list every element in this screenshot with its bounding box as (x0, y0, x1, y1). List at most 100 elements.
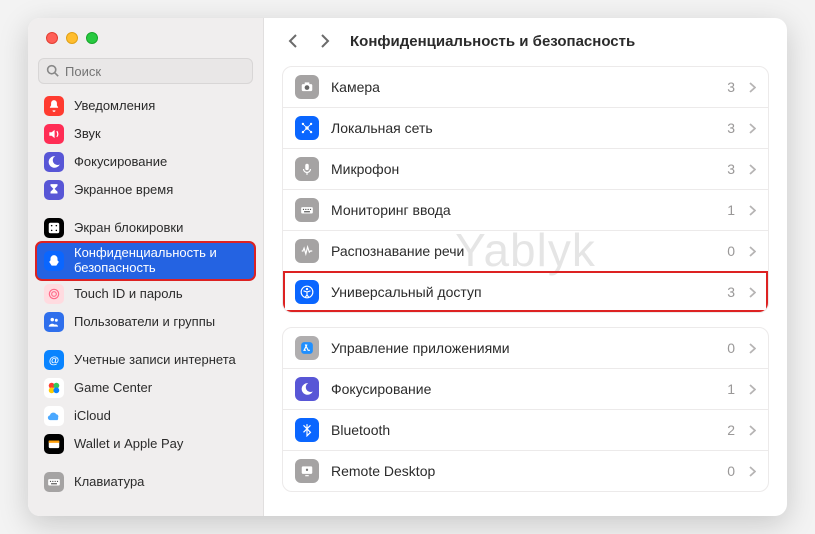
bluetooth-icon (295, 418, 319, 442)
fingerprint-icon (44, 284, 64, 304)
row-accessibility[interactable]: Универсальный доступ 3 (283, 271, 768, 312)
sidebar-item-label: Учетные записи интернета (74, 353, 236, 368)
sidebar-item-label: Конфиденциальность и безопасность (74, 246, 247, 276)
search-icon (46, 64, 59, 77)
row-count: 1 (727, 202, 735, 218)
row-label: Локальная сеть (331, 120, 715, 136)
cloud-icon (44, 406, 64, 426)
row-local-network[interactable]: Локальная сеть 3 (283, 107, 768, 148)
sidebar-item-label: iCloud (74, 409, 111, 424)
sidebar-item-label: Game Center (74, 381, 152, 396)
sidebar: Уведомления Звук Фокусирование Экранное вре… (28, 18, 264, 516)
row-remote-desktop[interactable]: Remote Desktop 0 (283, 450, 768, 491)
sidebar-nav: Уведомления Звук Фокусирование Экранное вре… (28, 90, 263, 516)
sidebar-item-label: Уведомления (74, 99, 155, 114)
hand-icon (44, 251, 64, 271)
row-label: Микрофон (331, 161, 715, 177)
chevron-right-icon (749, 246, 756, 257)
svg-text:@: @ (49, 355, 59, 367)
row-count: 0 (727, 463, 735, 479)
row-focus-row[interactable]: Фокусирование 1 (283, 368, 768, 409)
row-count: 3 (727, 161, 735, 177)
window-controls (28, 18, 263, 50)
sidebar-item-focus[interactable]: Фокусирование (36, 148, 255, 176)
keyboard-icon (44, 472, 64, 492)
sidebar-item-label: Звук (74, 127, 101, 142)
header: Конфиденциальность и безопасность (264, 18, 787, 62)
sidebar-item-wallet[interactable]: Wallet и Apple Pay (36, 430, 255, 458)
sidebar-item-screen-time[interactable]: Экранное время (36, 176, 255, 204)
back-button[interactable] (282, 30, 304, 52)
mic-icon (295, 157, 319, 181)
row-camera[interactable]: Камера 3 (283, 67, 768, 107)
sidebar-item-touch-id[interactable]: Touch ID и пароль (36, 280, 255, 308)
sidebar-item-label: Экран блокировки (74, 221, 183, 236)
row-label: Управление приложениями (331, 340, 715, 356)
at-icon: @ (44, 350, 64, 370)
row-count: 0 (727, 340, 735, 356)
sidebar-item-privacy-security[interactable]: Конфиденциальность и безопасность (36, 242, 255, 280)
accessibility-icon (295, 280, 319, 304)
close-button[interactable] (46, 32, 58, 44)
sidebar-item-game-center[interactable]: Game Center (36, 374, 255, 402)
users-icon (44, 312, 64, 332)
row-count: 3 (727, 284, 735, 300)
search-input[interactable] (38, 58, 253, 84)
forward-button[interactable] (314, 30, 336, 52)
sidebar-item-label: Фокусирование (74, 155, 167, 170)
camera-icon (295, 75, 319, 99)
keyboard-small-icon (295, 198, 319, 222)
chevron-right-icon (749, 384, 756, 395)
row-label: Фокусирование (331, 381, 715, 397)
lock-screen-icon (44, 218, 64, 238)
row-label: Универсальный доступ (331, 284, 715, 300)
moon-icon (295, 377, 319, 401)
sidebar-item-internet-accounts[interactable]: @ Учетные записи интернета (36, 346, 255, 374)
game-icon (44, 378, 64, 398)
sidebar-item-label: Touch ID и пароль (74, 287, 183, 302)
row-bluetooth[interactable]: Bluetooth 2 (283, 409, 768, 450)
sidebar-item-notifications[interactable]: Уведомления (36, 92, 255, 120)
row-count: 0 (727, 243, 735, 259)
sidebar-item-label: Пользователи и группы (74, 315, 215, 330)
row-count: 3 (727, 120, 735, 136)
moon-icon (44, 152, 64, 172)
chevron-right-icon (749, 164, 756, 175)
chevron-right-icon (749, 82, 756, 93)
chevron-right-icon (749, 343, 756, 354)
content-pane: Yablyk Конфиденциальность и безопасность… (264, 18, 787, 516)
settings-list: Камера 3 Локальная сеть 3 Микрофон 3 Мониторин… (264, 62, 787, 516)
waveform-icon (295, 239, 319, 263)
fullscreen-button[interactable] (86, 32, 98, 44)
page-title: Конфиденциальность и безопасность (350, 33, 635, 50)
row-input-monitoring[interactable]: Мониторинг ввода 1 (283, 189, 768, 230)
app-mgmt-icon (295, 336, 319, 360)
row-label: Распознавание речи (331, 243, 715, 259)
wallet-icon (44, 434, 64, 454)
network-icon (295, 116, 319, 140)
sidebar-item-keyboard[interactable]: Клавиатура (36, 468, 255, 496)
sidebar-item-label: Wallet и Apple Pay (74, 437, 183, 452)
sidebar-item-sound[interactable]: Звук (36, 120, 255, 148)
bell-icon (44, 96, 64, 116)
row-count: 1 (727, 381, 735, 397)
row-count: 3 (727, 79, 735, 95)
row-label: Камера (331, 79, 715, 95)
row-label: Мониторинг ввода (331, 202, 715, 218)
chevron-right-icon (749, 287, 756, 298)
minimize-button[interactable] (66, 32, 78, 44)
row-speech-recognition[interactable]: Распознавание речи 0 (283, 230, 768, 271)
sidebar-item-label: Клавиатура (74, 475, 144, 490)
row-app-management[interactable]: Управление приложениями 0 (283, 328, 768, 368)
chevron-right-icon (749, 466, 756, 477)
sidebar-item-lock-screen[interactable]: Экран блокировки (36, 214, 255, 242)
chevron-right-icon (749, 123, 756, 134)
sidebar-item-icloud[interactable]: iCloud (36, 402, 255, 430)
row-label: Remote Desktop (331, 463, 715, 479)
row-label: Bluetooth (331, 422, 715, 438)
row-microphone[interactable]: Микрофон 3 (283, 148, 768, 189)
row-count: 2 (727, 422, 735, 438)
chevron-right-icon (749, 425, 756, 436)
sidebar-item-users-groups[interactable]: Пользователи и группы (36, 308, 255, 336)
settings-window: Уведомления Звук Фокусирование Экранное вре… (28, 18, 787, 516)
